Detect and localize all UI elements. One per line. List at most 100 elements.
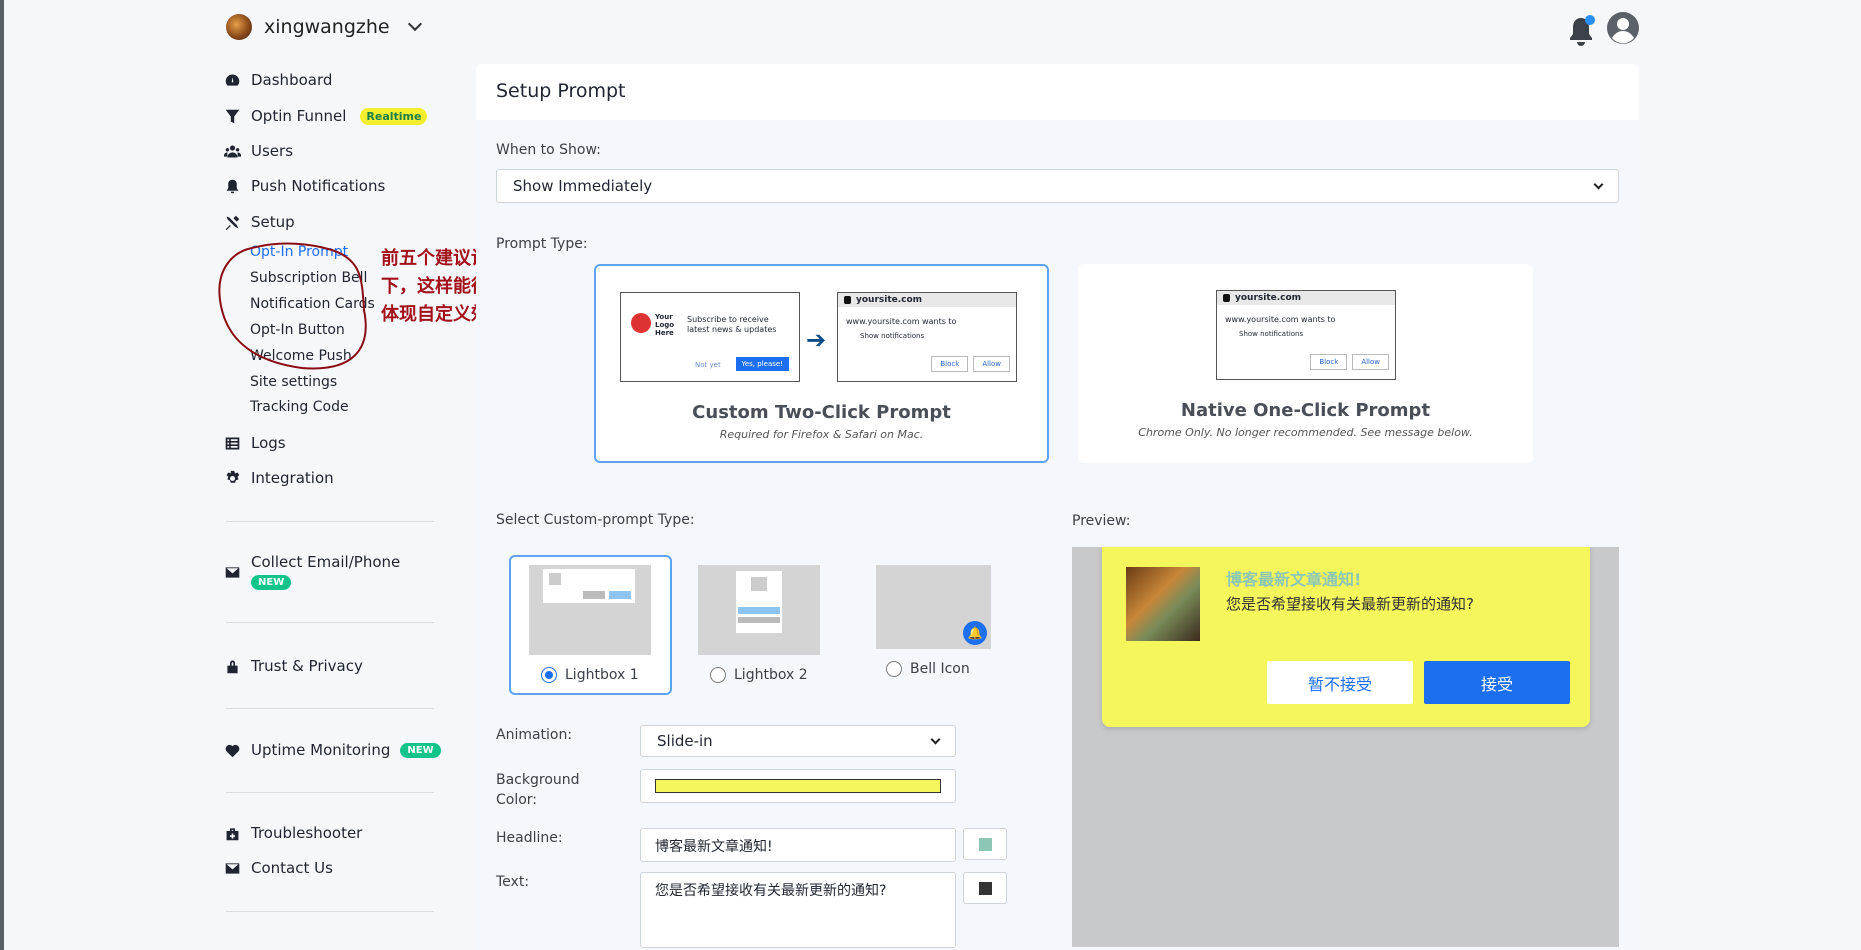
custom-two-click-card[interactable]: Your Logo Here Subscribe to receive late… bbox=[594, 264, 1049, 463]
custom-two-click-subtitle: Required for Firefox & Safari on Mac. bbox=[719, 428, 924, 441]
site-text: yoursite.com bbox=[1217, 291, 1395, 305]
window-left-edge bbox=[0, 0, 4, 950]
custom-two-click-title: Custom Two-Click Prompt bbox=[692, 402, 951, 423]
sidebar-item-setup[interactable]: Setup bbox=[224, 213, 295, 231]
native-one-click-subtitle: Chrome Only. No longer recommended. See … bbox=[1138, 426, 1473, 439]
animation-label: Animation: bbox=[496, 727, 573, 743]
bell-icon-thumbnail: 🔔 bbox=[876, 565, 991, 649]
preview-deny-button[interactable]: 暂不接受 bbox=[1267, 661, 1413, 704]
logo-icon bbox=[631, 313, 651, 333]
sidebar-item-label: Contact Us bbox=[251, 859, 333, 877]
sidebar-item-contact-us[interactable]: Contact Us bbox=[224, 859, 333, 877]
sidebar-sub-site-settings[interactable]: Site settings bbox=[250, 374, 337, 390]
new-badge: NEW bbox=[251, 575, 292, 590]
notification-dot bbox=[1585, 15, 1595, 25]
block-text: Block bbox=[1310, 354, 1348, 370]
animation-value: Slide-in bbox=[657, 732, 713, 750]
native-one-click-title: Native One-Click Prompt bbox=[1180, 400, 1431, 421]
wants-text: www.yoursite.com wants to bbox=[846, 317, 957, 326]
sidebar-item-trust-privacy[interactable]: Trust & Privacy bbox=[224, 657, 363, 675]
setup-prompt-panel: Setup Prompt When to Show: Show Immediat… bbox=[476, 64, 1639, 950]
user-menu[interactable]: xingwangzhe bbox=[226, 14, 422, 40]
site-text: yoursite.com bbox=[838, 293, 1016, 307]
text-textarea[interactable]: 您是否希望接收有关最新更新的通知? bbox=[640, 872, 956, 948]
headline-color-swatch bbox=[979, 838, 992, 851]
text-label: Text: bbox=[496, 874, 530, 890]
text-color-picker[interactable] bbox=[963, 872, 1007, 904]
sidebar-item-label: Integration bbox=[251, 469, 334, 487]
notification-bell-icon[interactable] bbox=[1566, 14, 1596, 48]
custom-type-lightbox-1[interactable]: Lightbox 1 bbox=[509, 555, 672, 695]
sidebar-item-dashboard[interactable]: Dashboard bbox=[224, 71, 332, 89]
filter-icon bbox=[225, 109, 240, 123]
show-notifications-text: Show notifications bbox=[860, 332, 925, 340]
lock-icon bbox=[227, 660, 238, 673]
bg-color-input[interactable] bbox=[640, 769, 956, 803]
chevron-down-icon bbox=[930, 734, 941, 744]
when-to-show-value: Show Immediately bbox=[513, 177, 653, 195]
custom-type-bell-icon[interactable]: 🔔 Bell Icon bbox=[866, 555, 1029, 695]
profile-icon[interactable] bbox=[1606, 11, 1640, 45]
text-color-swatch bbox=[979, 882, 992, 895]
lightbox-1-label: Lightbox 1 bbox=[565, 667, 639, 683]
sidebar-item-logs[interactable]: Logs bbox=[224, 434, 286, 452]
sidebar-item-integration[interactable]: Integration bbox=[224, 469, 334, 487]
lightbox-2-thumbnail bbox=[698, 565, 820, 655]
sidebar-divider bbox=[226, 708, 434, 709]
top-bar: xingwangzhe bbox=[0, 0, 1861, 58]
when-to-show-select[interactable]: Show Immediately bbox=[496, 169, 1619, 203]
gear-icon bbox=[226, 470, 240, 483]
envelope-icon bbox=[225, 567, 240, 578]
prompt-type-label: Prompt Type: bbox=[496, 236, 588, 252]
sidebar-divider bbox=[226, 622, 434, 623]
sidebar-item-label: Setup bbox=[251, 213, 295, 231]
list-icon bbox=[225, 437, 240, 449]
subscribe-text: Subscribe to receive latest news & updat… bbox=[687, 315, 777, 334]
sidebar-item-label: Optin Funnel bbox=[251, 107, 347, 125]
annotation-circle bbox=[218, 242, 367, 370]
arrow-right-icon: ➔ bbox=[806, 326, 827, 354]
headline-input[interactable]: 博客最新文章通知! bbox=[640, 828, 956, 862]
realtime-badge: Realtime bbox=[360, 107, 428, 125]
radio-lightbox-1[interactable] bbox=[541, 667, 557, 683]
username: xingwangzhe bbox=[264, 16, 390, 38]
sidebar-item-push-notifications[interactable]: Push Notifications bbox=[224, 177, 385, 195]
preview-site-image bbox=[1126, 567, 1200, 641]
show-notifications-text: Show notifications bbox=[1239, 330, 1304, 338]
sidebar-item-uptime-monitoring[interactable]: Uptime Monitoring NEW bbox=[224, 741, 441, 759]
custom-type-lightbox-2[interactable]: Lightbox 2 bbox=[680, 555, 843, 695]
sidebar-item-optin-funnel[interactable]: Optin Funnel Realtime bbox=[224, 107, 428, 125]
preview-accept-button[interactable]: 接受 bbox=[1424, 661, 1570, 704]
sidebar-item-label: Collect Email/Phone bbox=[251, 553, 401, 571]
headline-label: Headline: bbox=[496, 830, 563, 846]
preview-prompt-card: 博客最新文章通知! 您是否希望接收有关最新更新的通知? 暂不接受 接受 bbox=[1102, 547, 1590, 727]
preview-text: 您是否希望接收有关最新更新的通知? bbox=[1226, 595, 1474, 613]
radio-lightbox-2[interactable] bbox=[710, 667, 726, 683]
sidebar-item-troubleshooter[interactable]: Troubleshooter bbox=[224, 824, 362, 842]
sidebar-item-label: Trust & Privacy bbox=[251, 657, 363, 675]
when-to-show-label: When to Show: bbox=[496, 142, 601, 158]
sidebar-item-collect-email[interactable]: Collect Email/Phone NEW bbox=[224, 553, 400, 590]
bell-icon-label: Bell Icon bbox=[910, 661, 970, 677]
allow-text: Allow bbox=[1352, 354, 1389, 370]
block-text: Block bbox=[931, 356, 969, 372]
headline-color-picker[interactable] bbox=[963, 828, 1007, 860]
sidebar-item-label: Push Notifications bbox=[251, 177, 386, 195]
animation-select[interactable]: Slide-in bbox=[640, 725, 956, 757]
browser-prompt-thumbnail: yoursite.com www.yoursite.com wants to S… bbox=[1216, 290, 1396, 380]
chevron-down-icon bbox=[407, 16, 422, 32]
envelope-icon bbox=[225, 862, 240, 874]
sidebar-item-users[interactable]: Users bbox=[224, 142, 293, 160]
bg-color-label: Background Color: bbox=[496, 772, 580, 808]
preview-label: Preview: bbox=[1072, 513, 1131, 529]
lightbox-1-thumbnail bbox=[529, 565, 651, 655]
sidebar-item-label: Uptime Monitoring bbox=[251, 741, 391, 759]
medkit-icon bbox=[226, 827, 239, 840]
new-badge: NEW bbox=[400, 742, 441, 758]
custom-prompt-thumbnail: Your Logo Here Subscribe to receive late… bbox=[620, 292, 800, 382]
sidebar-divider bbox=[226, 521, 434, 522]
sidebar-sub-tracking-code[interactable]: Tracking Code bbox=[250, 399, 349, 415]
radio-bell-icon[interactable] bbox=[886, 661, 902, 677]
sidebar-item-label: Users bbox=[251, 142, 294, 160]
native-one-click-card[interactable]: yoursite.com www.yoursite.com wants to S… bbox=[1078, 264, 1533, 463]
